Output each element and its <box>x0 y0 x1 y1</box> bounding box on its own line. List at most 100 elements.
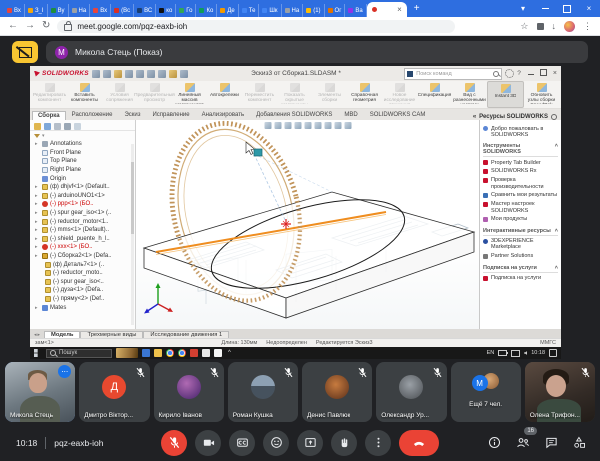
tree-item-component-error[interactable]: ▸(-) ppp<1> (БО.. <box>30 200 135 209</box>
taskbar-app-grid[interactable] <box>202 349 210 357</box>
present-button[interactable] <box>297 430 323 456</box>
participant-tile-olena[interactable]: Олена Трифон... <box>525 362 595 422</box>
ribbon-component-preview[interactable]: Предварительный просмотр <box>137 81 172 108</box>
options-gear-icon[interactable] <box>505 69 514 78</box>
tree-item-subcomponent[interactable]: (ф) Деталь7<1> (.. <box>30 260 135 269</box>
tab-assembly[interactable]: Сборка <box>32 111 66 120</box>
taskbar-app-explorer[interactable] <box>154 349 162 357</box>
tray-expand-icon[interactable]: ^ <box>228 350 231 356</box>
start-button[interactable] <box>34 349 42 357</box>
tree-item-mates[interactable]: ▸Mates <box>30 303 135 312</box>
presenting-indicator[interactable] <box>12 41 38 63</box>
browser-tab[interactable]: Те <box>239 4 260 17</box>
tree-item-annotations[interactable]: ▸Annotations <box>30 140 135 149</box>
display-style-icon[interactable] <box>314 122 321 129</box>
help-icon[interactable]: ? <box>517 70 521 77</box>
tree-item-component[interactable]: ▸(ф) dhjvf<1> (Default.. <box>30 183 135 192</box>
print-icon[interactable] <box>136 70 144 78</box>
forward-icon[interactable]: → <box>25 21 35 31</box>
presenter-bar[interactable]: М Микола Стець (Показ) <box>46 41 588 63</box>
tab-close-icon[interactable]: × <box>397 6 402 14</box>
scene-icon[interactable] <box>344 122 351 129</box>
end-call-button[interactable] <box>399 430 439 456</box>
taskpane-section-header[interactable]: Инструменты SOLIDWORKS˄ <box>483 143 558 157</box>
taskbar-app-red[interactable] <box>190 349 198 357</box>
info-button[interactable] <box>488 436 501 449</box>
download-icon[interactable]: ↓ <box>552 21 557 31</box>
reload-icon[interactable]: ↻ <box>42 21 50 31</box>
tab-3d-views[interactable]: Трехмерные виды <box>80 331 143 338</box>
activities-button[interactable] <box>573 436 586 449</box>
section-view-icon[interactable] <box>294 122 301 129</box>
tree-item-right-plane[interactable]: Right Plane <box>30 166 135 175</box>
ribbon-linear-pattern[interactable]: Линейный массив компонентов <box>172 81 207 108</box>
status-units[interactable]: ММГС <box>540 340 556 346</box>
ribbon-assembly-features[interactable]: Элементы сборки <box>312 81 347 108</box>
configurationmanager-tab-icon[interactable] <box>54 123 61 130</box>
redo-icon[interactable] <box>158 70 166 78</box>
ribbon-mate[interactable]: Условия сопряжения <box>102 81 137 108</box>
sw-close-button[interactable]: × <box>553 70 557 77</box>
people-button[interactable]: 16 <box>516 436 530 449</box>
ribbon-update-speedpak[interactable]: Обновить узлы сборки SpeedPak <box>524 81 559 108</box>
taskpane-section-header[interactable]: Подписка на услуги˄ <box>483 265 558 273</box>
ribbon-motion-study[interactable]: Новое исследование движения <box>382 81 417 108</box>
ribbon-reference-geometry[interactable]: Справочная геометрия <box>347 81 382 108</box>
browser-tab[interactable]: (Вс <box>111 4 134 17</box>
participant-tile-dmytro[interactable]: Д Дмитро Віктор... <box>79 362 149 422</box>
ribbon-smart-fasteners[interactable]: Автокрепежи <box>207 81 242 108</box>
tree-item-component[interactable]: ▸(-) shield_puente_h_l.. <box>30 235 135 244</box>
ribbon-instant3d[interactable]: Instant 3D <box>487 81 524 108</box>
taskbar-app-mail[interactable] <box>142 349 150 357</box>
dimxpert-tab-icon[interactable] <box>64 123 71 130</box>
tree-scrollbar[interactable] <box>131 144 134 325</box>
tab-cam[interactable]: SOLIDWORKS CAM <box>364 110 432 120</box>
taskbar-search[interactable]: Пошук <box>46 349 112 358</box>
language-indicator[interactable]: EN <box>487 350 495 356</box>
taskpane-link[interactable]: Мастер настроек SOLIDWORKS <box>483 201 558 214</box>
save-icon[interactable] <box>125 70 133 78</box>
tree-item-component[interactable]: ▸(-) spur gear_iso<1> (.. <box>30 209 135 218</box>
taskbar-clock[interactable]: 10:18 <box>531 350 545 356</box>
notification-icon[interactable] <box>549 349 557 357</box>
maximize-button[interactable] <box>556 5 578 13</box>
tab-sketch[interactable]: Эскиз <box>118 110 146 120</box>
home-icon[interactable] <box>92 70 100 78</box>
featuremanager-tab-icon[interactable] <box>34 123 41 130</box>
address-bar[interactable]: meet.google.com/pqz-eaxb-ioh <box>57 20 455 33</box>
tree-item-component[interactable]: ▸(-) reductor_motor<1.. <box>30 217 135 226</box>
tree-item-subcomponent[interactable]: (-) spur gear_iso<.. <box>30 278 135 287</box>
taskbar-app-doc[interactable] <box>214 349 222 357</box>
participant-tile-more[interactable]: М Ещё 7 чел. <box>451 362 521 422</box>
zoom-fit-icon[interactable] <box>264 122 271 129</box>
browser-tab[interactable]: Ву <box>48 4 69 17</box>
browser-tab[interactable]: На <box>282 4 304 17</box>
propertymanager-tab-icon[interactable] <box>44 123 51 130</box>
ribbon-exploded-view[interactable]: Вид с разнесенными частями <box>452 81 487 108</box>
participant-tile-denys[interactable]: Денис Павлюк <box>302 362 372 422</box>
ribbon-insert-components[interactable]: Вставить компоненты <box>67 81 102 108</box>
undo-icon[interactable] <box>147 70 155 78</box>
displaymanager-tab-icon[interactable] <box>74 123 81 130</box>
tree-item-component[interactable]: ▸(-) arduinoUNO1<1> <box>30 192 135 201</box>
tab-model[interactable]: Модель <box>44 331 80 338</box>
welcome-link[interactable]: Добро пожаловать в SOLIDWORKS <box>483 126 558 139</box>
select-icon[interactable] <box>169 70 177 78</box>
browser-tab[interactable]: Де <box>217 4 238 17</box>
sw-restore-button[interactable] <box>540 69 547 78</box>
tab-addins[interactable]: Добавления SOLIDWORKS <box>250 110 338 120</box>
taskpane-link[interactable]: Partner Solutions <box>483 253 558 259</box>
new-document-icon[interactable] <box>103 70 111 78</box>
browser-tab-active-meet[interactable]: × <box>367 2 407 17</box>
tree-item-component-error[interactable]: ▸(-) ххх<1> (БО.. <box>30 243 135 252</box>
collapse-section-icon[interactable]: ˄ <box>555 265 558 271</box>
tree-item-subcomponent[interactable]: (-) дуза<1> (Defa.. <box>30 286 135 295</box>
taskpane-link[interactable]: Подписка на услуги <box>483 275 558 281</box>
tree-item-subcomponent[interactable]: (-) пряму<2> (Def.. <box>30 295 135 304</box>
browser-tab[interactable]: ко <box>156 4 176 17</box>
browser-tab[interactable]: Шк <box>259 4 281 17</box>
reactions-button[interactable] <box>263 430 289 456</box>
volume-icon[interactable] <box>524 351 527 355</box>
back-icon[interactable]: ← <box>8 21 18 31</box>
open-icon[interactable] <box>114 70 122 78</box>
